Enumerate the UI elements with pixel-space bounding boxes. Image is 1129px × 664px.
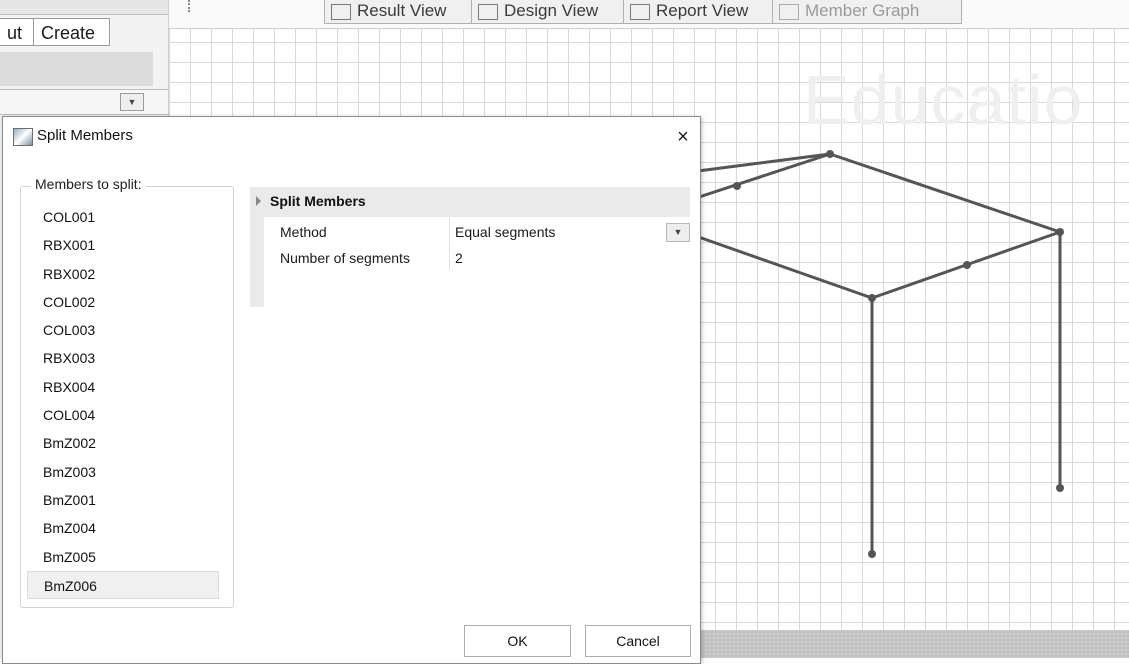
report-view-icon [630,3,650,20]
method-select-value[interactable]: Equal segments [455,220,555,244]
column-divider [449,217,450,269]
split-members-icon [13,128,33,146]
member-graph-icon [779,3,799,20]
list-item[interactable]: COL003 [27,316,219,344]
chevron-down-icon[interactable]: ▼ [666,223,690,242]
design-view-button[interactable]: Design View [471,0,624,24]
result-view-icon [331,3,351,20]
members-group-label: Members to split: [31,176,146,192]
close-icon[interactable]: × [672,125,694,149]
member-graph-button[interactable]: Member Graph [772,0,962,24]
property-grid: Split Members Method Equal segments ▼ Nu… [250,187,690,307]
list-item[interactable]: BmZ005 [27,543,219,571]
ok-button[interactable]: OK [464,625,571,657]
left-panel-topbar [0,0,168,15]
list-item[interactable]: RBX001 [27,231,219,259]
dialog-title: Split Members [37,127,133,144]
property-category-header[interactable]: Split Members [250,187,690,217]
left-panel-combo[interactable]: ▼ [0,89,168,115]
expand-arrow-icon[interactable] [256,196,261,206]
watermark-text: Educatio [803,61,1084,139]
property-row-method[interactable]: Method Equal segments ▼ [264,220,690,246]
segments-input[interactable]: 2 [455,246,463,270]
list-item[interactable]: RBX004 [27,373,219,401]
result-view-button[interactable]: Result View [324,0,472,24]
list-item-selected[interactable]: BmZ006 [27,570,219,600]
split-members-dialog: Split Members × Members to split: COL001… [2,116,701,664]
list-item[interactable]: COL002 [27,288,219,316]
list-item[interactable]: COL004 [27,401,219,429]
status-strip [690,630,1129,658]
list-item[interactable]: BmZ002 [27,429,219,457]
list-item[interactable]: RBX003 [27,344,219,372]
list-item[interactable]: COL001 [27,203,219,231]
list-item[interactable]: RBX002 [27,260,219,288]
property-category-label: Split Members [270,193,366,209]
property-grid-margin [250,217,264,307]
dialog-titlebar[interactable]: Split Members × [3,117,700,159]
property-name: Number of segments [280,250,410,266]
list-item[interactable]: BmZ003 [27,458,219,486]
property-name: Method [280,224,327,240]
tab-partial[interactable]: ut [0,18,34,46]
members-list[interactable]: COL001 RBX001 RBX002 COL002 COL003 RBX00… [27,203,219,600]
structure-icon [188,0,206,12]
left-panel-field [0,52,153,86]
property-row-segments[interactable]: Number of segments 2 [264,246,690,272]
design-view-icon [478,3,498,20]
report-view-button[interactable]: Report View [623,0,773,24]
list-item[interactable]: BmZ004 [27,514,219,542]
cancel-button[interactable]: Cancel [585,625,691,657]
tab-create[interactable]: Create [33,18,110,46]
chevron-down-icon[interactable]: ▼ [120,93,144,111]
list-item[interactable]: BmZ001 [27,486,219,514]
